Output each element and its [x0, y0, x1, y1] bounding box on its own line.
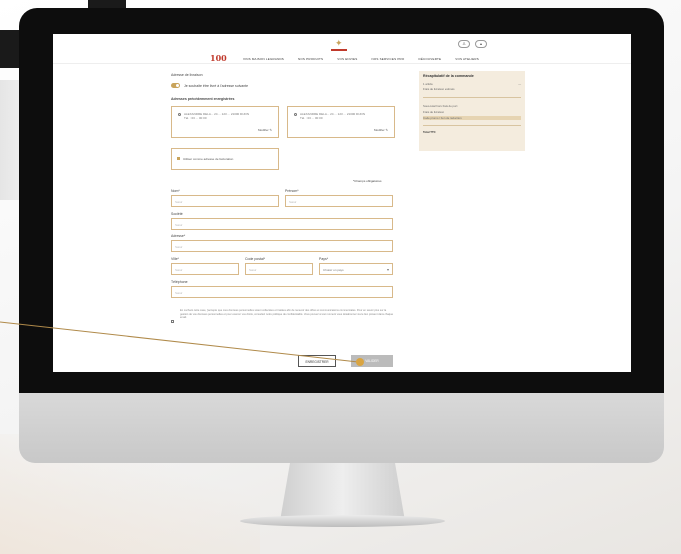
callout-pointer — [0, 321, 364, 366]
